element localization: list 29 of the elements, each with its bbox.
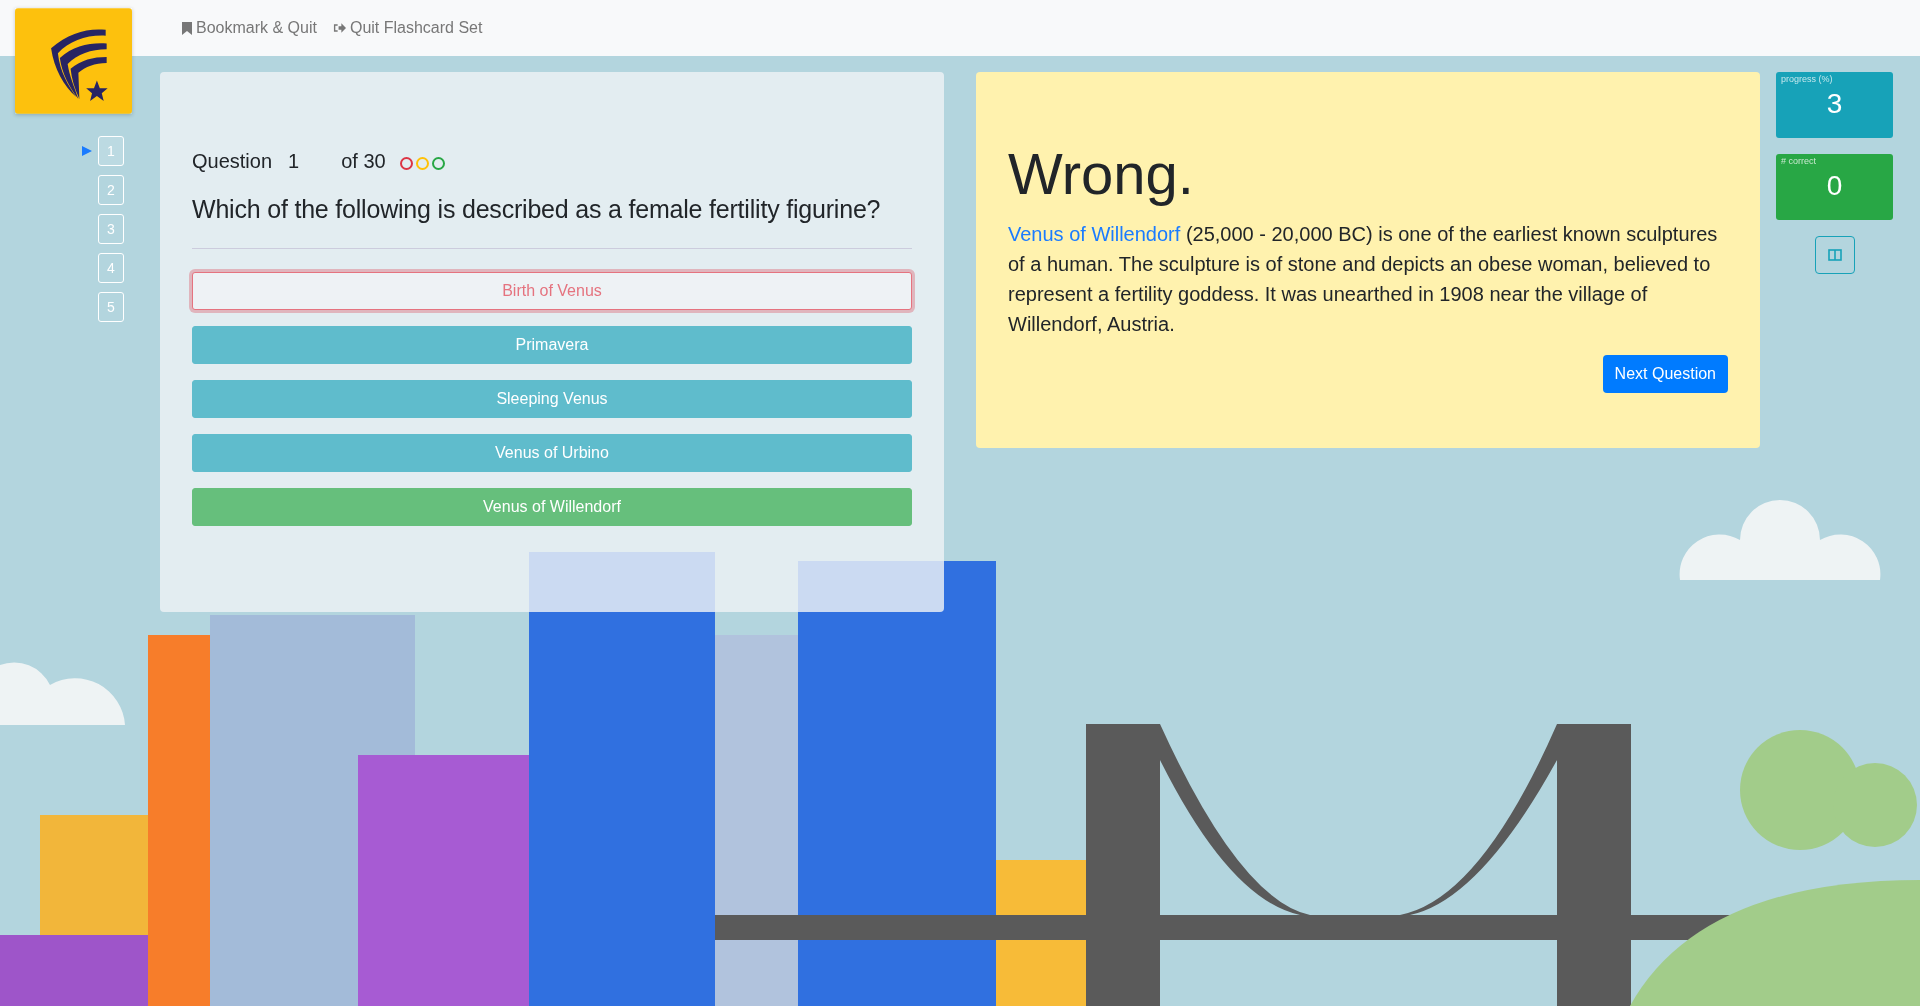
logo-icon: [15, 8, 132, 114]
question-number: 1: [288, 150, 300, 173]
question-number-button[interactable]: 3: [98, 214, 124, 244]
question-number-button[interactable]: 2: [98, 175, 124, 205]
answer-button[interactable]: Birth of Venus: [192, 272, 912, 310]
question-text: Which of the following is described as a female fertility figurine?: [192, 195, 882, 224]
question-total: of 30: [341, 150, 386, 173]
feedback-text: Venus of Willendorf (25,000 - 20,000 BC) is one of the earliest known sculptures of a human. The sculpture is of stone and depicts an obese woman, believed to represent a fertility goddess. It was unearthed in 1908 near the village of Willendorf, Austria.: [1008, 222, 1719, 337]
answer-button[interactable]: Venus of Willendorf: [192, 488, 912, 526]
bookmark-quit-link[interactable]: Bookmark & Quit: [182, 19, 317, 37]
answer-button[interactable]: Primavera: [192, 326, 912, 364]
bookmark-icon: [182, 21, 192, 35]
answer-link[interactable]: Venus of Willendorf: [1008, 223, 1181, 245]
next-question-button[interactable]: Next Question: [1602, 355, 1728, 393]
answer-button[interactable]: Sleeping Venus: [192, 380, 912, 418]
question-number-button[interactable]: 5: [98, 292, 124, 322]
question-label: Question: [192, 150, 273, 173]
stat-value: 0: [1825, 170, 1844, 202]
question-number-button[interactable]: 4: [98, 253, 124, 283]
stat-value: 3: [1825, 88, 1844, 120]
stat-label: progress (%): [1780, 73, 1834, 86]
feedback-heading: Wrong.: [1008, 140, 1195, 207]
layout-toggle-button[interactable]: [1814, 236, 1855, 274]
stat-label: # correct: [1780, 155, 1817, 168]
columns-icon: [1827, 249, 1842, 261]
question-number-button[interactable]: 1: [98, 136, 124, 166]
answer-button[interactable]: Venus of Urbino: [192, 434, 912, 472]
quit-link[interactable]: Quit Flashcard Set: [332, 19, 483, 37]
exit-icon: [332, 22, 346, 34]
